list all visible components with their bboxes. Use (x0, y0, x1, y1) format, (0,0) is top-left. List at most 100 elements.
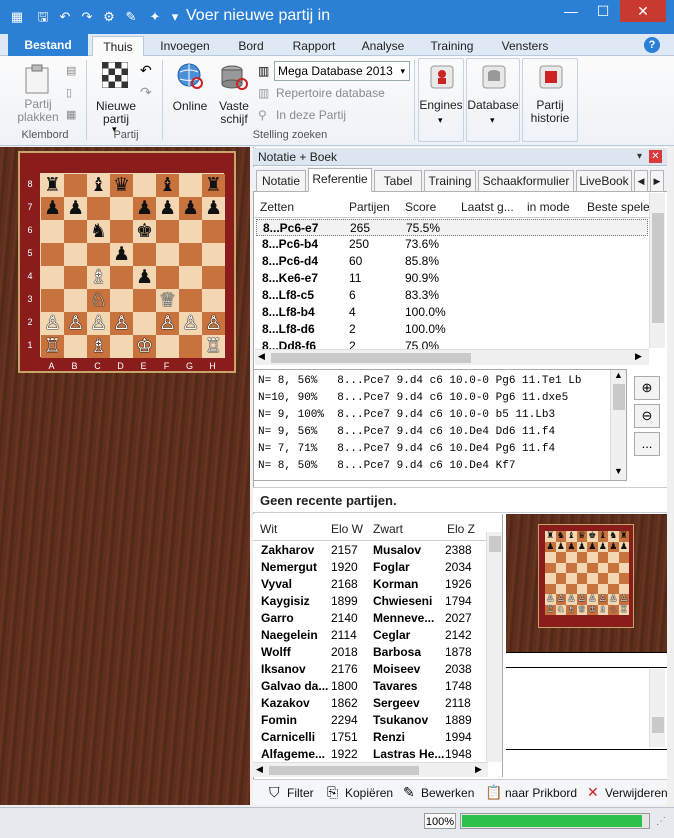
col-elo-z[interactable]: Elo Z (447, 522, 475, 536)
reference-row[interactable]: 8...Lf8-d6 2 100.0% (256, 321, 648, 338)
tab-schaakformulier[interactable]: Schaakformulier (478, 170, 574, 192)
close-icon[interactable]: ✕ (649, 150, 662, 163)
edit-button[interactable]: Bewerken (421, 786, 474, 800)
chess-piece[interactable]: ♙ (205, 312, 222, 334)
chess-piece[interactable]: ♙ (67, 312, 84, 334)
tab-vensters[interactable]: Vensters (494, 36, 556, 56)
board-square[interactable]: ♕ (156, 289, 179, 312)
tab-bestand[interactable]: Bestand (8, 34, 88, 56)
board-square[interactable] (41, 289, 64, 312)
chess-piece[interactable]: ♟ (205, 197, 222, 219)
chess-piece[interactable]: ♝ (159, 174, 176, 196)
chess-piece[interactable]: ♔ (136, 335, 153, 357)
chess-piece[interactable]: ♕ (159, 289, 176, 311)
board-square[interactable]: ♙ (156, 312, 179, 335)
scroll-thumb[interactable] (613, 384, 625, 410)
board-square[interactable]: ♖ (41, 335, 64, 358)
online-button[interactable]: Online (170, 100, 210, 113)
board-square[interactable] (133, 312, 156, 335)
board-square[interactable]: ♛ (110, 174, 133, 197)
board-square[interactable] (41, 220, 64, 243)
game-row[interactable]: Zakharov 2157 Musalov 2388 (253, 542, 488, 559)
tab-livebook[interactable]: LiveBook (576, 170, 632, 192)
reference-row[interactable]: 8...Pc6-b4 250 73.6% (256, 236, 648, 253)
board-square[interactable] (64, 220, 87, 243)
tab-referentie[interactable]: Referentie (308, 168, 372, 192)
board-square[interactable]: ♝ (156, 174, 179, 197)
scroll-left-icon[interactable]: ◀ (256, 764, 263, 775)
board-square[interactable] (202, 289, 225, 312)
game-row[interactable]: Iksanov 2176 Moiseev 2038 (253, 661, 488, 678)
undo-icon[interactable]: ↶ (140, 62, 152, 79)
reference-vscroll[interactable] (649, 193, 665, 348)
game-row[interactable]: Alfageme... 1922 Lastras He... 1948 (253, 746, 488, 763)
chess-piece[interactable]: ♚ (136, 220, 153, 242)
board-square[interactable] (156, 243, 179, 266)
more-button[interactable]: ... (634, 432, 660, 456)
chess-piece[interactable]: ♞ (90, 220, 107, 242)
game-row[interactable]: Kazakov 1862 Sergeev 2118 (253, 695, 488, 712)
board-square[interactable]: ♟ (110, 243, 133, 266)
col-beste-speler[interactable]: Beste speler (587, 200, 654, 214)
redo-icon[interactable]: ↷ (78, 8, 96, 26)
book-line[interactable]: N= 8, 56% 8...Pce7 9.d4 c6 10.0-0 Pg6 11… (258, 375, 581, 387)
chess-piece[interactable]: ♜ (44, 174, 61, 196)
reference-row[interactable]: 8...Ke6-e7 11 90.9% (256, 270, 648, 287)
board-square[interactable] (156, 335, 179, 358)
scroll-right-icon[interactable]: ▶ (635, 351, 642, 362)
reference-row[interactable]: 8...Lf8-b4 4 100.0% (256, 304, 648, 321)
harddisk-button[interactable]: Vaste schijf (214, 100, 254, 126)
game-row[interactable]: Nemergut 1920 Foglar 2034 (253, 559, 488, 576)
board-square[interactable]: ♟ (64, 197, 87, 220)
scroll-thumb[interactable] (271, 353, 471, 363)
tab-notatie[interactable]: Notatie (256, 170, 306, 192)
settings-icon[interactable]: ⚙ (100, 8, 118, 26)
board-square[interactable] (179, 174, 202, 197)
board-square[interactable]: ♖ (202, 335, 225, 358)
book-line[interactable]: N= 9, 56% 8...Pce7 9.d4 c6 10.De4 Dd6 11… (258, 426, 555, 438)
book-line[interactable]: N= 7, 71% 8...Pce7 9.d4 c6 10.De4 Pg6 11… (258, 443, 555, 455)
board-square[interactable] (64, 243, 87, 266)
board-square[interactable] (202, 220, 225, 243)
new-game-button[interactable]: Nieuwe partij (92, 100, 140, 126)
copy-button[interactable]: Kopiëren (345, 786, 393, 800)
game-row[interactable]: Naegelein 2114 Ceglar 2142 (253, 627, 488, 644)
board-square[interactable] (133, 243, 156, 266)
games-hscroll[interactable]: ◀ ▶ (253, 762, 488, 777)
tab-training[interactable]: Training (424, 170, 476, 192)
tab-bord[interactable]: Bord (226, 36, 276, 56)
board-square[interactable] (179, 266, 202, 289)
engines-button[interactable]: Engines ▾ (418, 58, 464, 142)
board-square[interactable] (179, 335, 202, 358)
board-square[interactable]: ♝ (87, 174, 110, 197)
board-square[interactable]: ♚ (133, 220, 156, 243)
chess-piece[interactable]: ♙ (90, 312, 107, 334)
game-row[interactable]: Galvao da... 1800 Tavares 1748 (253, 678, 488, 695)
scroll-right-icon[interactable]: ▶ (475, 764, 482, 775)
tab-thuis[interactable]: Thuis (92, 36, 144, 57)
board-square[interactable]: ♙ (202, 312, 225, 335)
database-select[interactable]: Mega Database 2013 ▾ (274, 61, 410, 81)
tool-icon[interactable]: ✎ (122, 8, 140, 26)
col-zetten[interactable]: Zetten (260, 200, 294, 214)
tab-scroll-right-icon[interactable]: ▶ (650, 170, 664, 192)
close-button[interactable]: ✕ (620, 0, 666, 22)
reference-row[interactable]: 8...Pc6-d4 60 85.8% (256, 253, 648, 270)
board-square[interactable]: ♙ (110, 312, 133, 335)
dropdown-icon[interactable]: ▾ (633, 150, 646, 163)
game-row[interactable]: Vyval 2168 Korman 1926 (253, 576, 488, 593)
book-line[interactable]: N= 9, 100% 8...Pce7 9.d4 c6 10.0-0 b5 11… (258, 409, 555, 421)
board-small-icon[interactable]: ▦ (66, 108, 76, 121)
board-square[interactable] (64, 289, 87, 312)
col-in-mode[interactable]: in mode (527, 200, 570, 214)
board-square[interactable] (179, 243, 202, 266)
chess-piece[interactable]: ♜ (205, 174, 222, 196)
chess-piece[interactable]: ♙ (113, 312, 130, 334)
board-square[interactable] (133, 174, 156, 197)
board-square[interactable]: ♟ (179, 197, 202, 220)
help-icon[interactable]: ? (644, 37, 660, 53)
resize-grip-icon[interactable]: ⋰ (656, 816, 666, 827)
maximize-button[interactable]: ☐ (588, 0, 618, 22)
copy-small-icon[interactable]: ▤ (66, 64, 76, 77)
scroll-thumb[interactable] (652, 717, 664, 733)
